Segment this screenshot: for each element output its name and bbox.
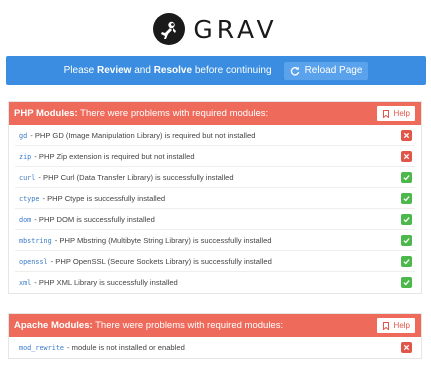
- apache-modules-list: mod_rewrite - module is not installed or …: [9, 337, 421, 358]
- grav-astronaut-icon: [153, 13, 186, 45]
- apache-modules-help-button[interactable]: Help: [376, 318, 415, 333]
- module-code: curl: [19, 173, 36, 182]
- module-row: mbstring - PHP Mbstring (Multibyte String…: [15, 230, 415, 251]
- module-status-text: - PHP OpenSSL (Secure Sockets Library) i…: [50, 256, 272, 266]
- module-description: ctype - PHP Ctype is successfully install…: [19, 194, 165, 203]
- reload-page-button[interactable]: Reload Page: [283, 61, 369, 80]
- module-code: ctype: [19, 194, 40, 203]
- reload-page-label: Reload Page: [304, 65, 363, 76]
- bookmark-icon: [382, 321, 389, 330]
- module-code: mod_rewrite: [19, 344, 65, 352]
- module-row: zip - PHP Zip extension is required but n…: [15, 146, 415, 167]
- module-status-text: - PHP Ctype is successfully installed: [42, 193, 166, 203]
- reload-icon: [290, 66, 299, 76]
- module-status-text: - PHP DOM is successfully installed: [34, 214, 155, 224]
- help-label: Help: [393, 109, 410, 118]
- notice-resolve-word: Resolve: [153, 65, 193, 76]
- cross-icon: [401, 342, 412, 353]
- module-row: openssl - PHP OpenSSL (Secure Sockets Lib…: [15, 251, 415, 272]
- module-status-text: - PHP Curl (Data Transfer Library) is su…: [38, 172, 234, 182]
- module-description: xml - PHP XML Library is successfully ins…: [19, 278, 178, 287]
- php-modules-header: PHP Modules: There were problems with re…: [9, 102, 421, 125]
- module-description: mod_rewrite - module is not installed or …: [19, 343, 185, 352]
- apache-modules-panel: Apache Modules: There were problems with…: [8, 313, 422, 359]
- brand-name: GRAV: [193, 14, 278, 44]
- apache-modules-header: Apache Modules: There were problems with…: [9, 314, 421, 337]
- brand-logo: GRAV: [0, 12, 431, 46]
- module-status-text: - module is not installed or enabled: [67, 343, 185, 352]
- bookmark-icon: [382, 109, 389, 118]
- module-code: gd: [19, 131, 28, 140]
- module-status-text: - PHP Zip extension is required but not …: [34, 151, 195, 161]
- module-description: gd - PHP GD (Image Manipulation Library) …: [19, 131, 255, 140]
- notice-text: Please Review and Resolve before continu…: [63, 65, 272, 76]
- module-description: mbstring - PHP Mbstring (Multibyte String…: [19, 236, 272, 245]
- check-icon: [401, 192, 412, 204]
- php-modules-list: gd - PHP GD (Image Manipulation Library) …: [9, 125, 421, 293]
- check-icon: [401, 277, 412, 288]
- module-description: curl - PHP Curl (Data Transfer Library) i…: [19, 173, 234, 182]
- module-description: openssl - PHP OpenSSL (Secure Sockets Lib…: [19, 257, 272, 266]
- php-modules-title: PHP Modules: There were problems with re…: [14, 108, 269, 119]
- module-code: dom: [19, 215, 32, 224]
- cross-icon: [401, 150, 412, 162]
- module-description: zip - PHP Zip extension is required but n…: [19, 152, 195, 161]
- notice-review-word: Review: [96, 65, 132, 76]
- module-status-text: - PHP XML Library is successfully instal…: [34, 278, 178, 287]
- module-status-text: - PHP Mbstring (Multibyte String Library…: [54, 235, 272, 245]
- php-modules-panel: PHP Modules: There were problems with re…: [8, 101, 422, 294]
- module-row: curl - PHP Curl (Data Transfer Library) i…: [15, 167, 415, 188]
- check-icon: [401, 255, 412, 267]
- module-status-text: - PHP GD (Image Manipulation Library) is…: [30, 130, 256, 140]
- apache-modules-title: Apache Modules: There were problems with…: [14, 320, 284, 331]
- php-modules-help-button[interactable]: Help: [376, 106, 415, 121]
- module-row: ctype - PHP Ctype is successfully install…: [15, 188, 415, 209]
- review-notice-bar: Please Review and Resolve before continu…: [6, 56, 426, 85]
- module-row: xml - PHP XML Library is successfully ins…: [15, 272, 415, 293]
- module-code: zip: [19, 152, 32, 161]
- module-code: xml: [19, 279, 32, 287]
- module-row: mod_rewrite - module is not installed or …: [15, 337, 415, 358]
- check-icon: [401, 234, 412, 246]
- module-row: gd - PHP GD (Image Manipulation Library) …: [15, 125, 415, 146]
- cross-icon: [401, 129, 412, 141]
- help-label: Help: [393, 321, 410, 330]
- module-code: openssl: [19, 257, 48, 266]
- check-icon: [401, 213, 412, 225]
- module-description: dom - PHP DOM is successfully installed: [19, 215, 155, 224]
- check-icon: [401, 171, 412, 183]
- module-row: dom - PHP DOM is successfully installed: [15, 209, 415, 230]
- module-code: mbstring: [19, 236, 52, 245]
